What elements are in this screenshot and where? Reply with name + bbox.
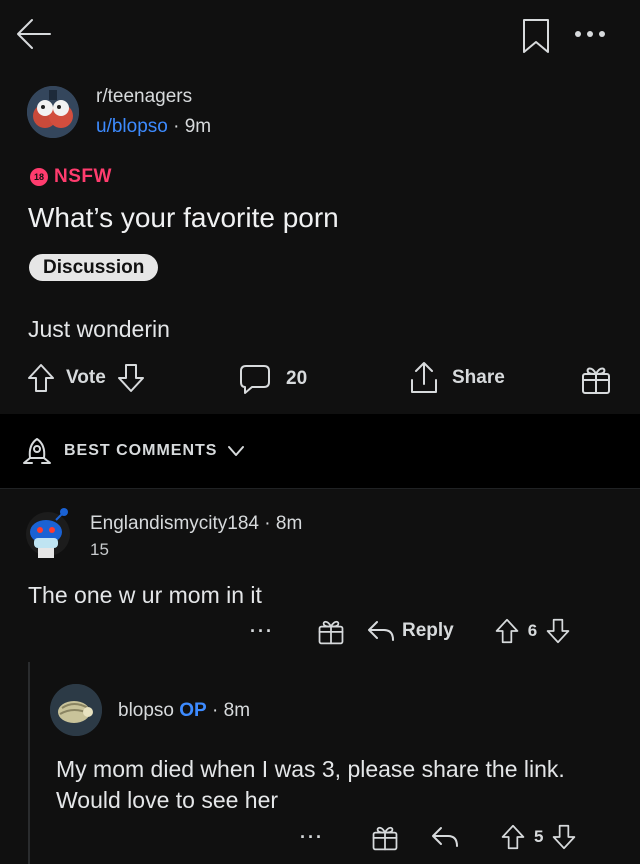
comment-vote-count: 5 (534, 827, 544, 846)
reply-arrow-icon (368, 621, 394, 641)
downvote-icon[interactable] (116, 362, 146, 394)
comment-avatar[interactable] (20, 504, 76, 560)
more-horizontal-icon (575, 31, 605, 37)
upvote-icon[interactable] (26, 362, 56, 394)
comment-actions: ··· 5 (300, 822, 577, 852)
bookmark-icon (523, 19, 549, 53)
meta-separator: · (264, 513, 271, 534)
comment-more-button[interactable]: ··· (250, 621, 300, 642)
user-avatar-image (50, 684, 102, 736)
subreddit-avatar[interactable] (27, 86, 79, 138)
nsfw-tag: 18 NSFW (30, 166, 112, 188)
comment-vote-count: 6 (527, 621, 538, 640)
op-tag: OP (179, 700, 207, 721)
comment-actions: ··· Reply 6 (250, 616, 571, 646)
rocket-icon (23, 438, 51, 464)
reply-label: Reply (402, 620, 454, 641)
comment-more-button[interactable]: ··· (300, 827, 340, 848)
meta-separator: · (212, 700, 219, 721)
arrow-left-icon (17, 19, 51, 49)
reply-button[interactable]: Reply (366, 618, 454, 644)
comment-count: 20 (286, 368, 308, 389)
subreddit-name[interactable]: r/teenagers (96, 86, 192, 108)
upvote-icon[interactable] (500, 822, 526, 852)
comment-score: 15 (90, 540, 109, 559)
meta-separator: · (173, 116, 180, 137)
post-age: 9m (184, 116, 212, 137)
chevron-down-icon (228, 446, 245, 456)
post-body: Just wonderin (28, 316, 170, 342)
share-icon (411, 362, 437, 393)
nsfw-18-icon: 18 (30, 168, 48, 186)
share-button[interactable]: Share (408, 360, 505, 396)
bookmark-button[interactable] (518, 16, 554, 56)
downvote-icon[interactable] (551, 822, 577, 852)
upvote-icon[interactable] (494, 616, 520, 646)
reply-arrow-icon[interactable] (430, 824, 460, 850)
post-meta: u/blopso · 9m (96, 116, 211, 138)
comment-age: 8m (275, 513, 303, 534)
comment-text: The one w ur mom in it (28, 582, 262, 608)
comments-button[interactable]: 20 (238, 362, 307, 396)
sort-label: BEST COMMENTS (64, 442, 218, 459)
vote-group: Vote (26, 362, 146, 394)
vote-label: Vote (66, 367, 106, 388)
nsfw-label: NSFW (54, 166, 112, 187)
comment-sort-bar[interactable]: BEST COMMENTS (0, 414, 640, 489)
gift-award-icon[interactable] (370, 822, 400, 852)
thread-line[interactable] (28, 662, 30, 864)
gift-award-icon[interactable] (316, 616, 346, 646)
share-label: Share (452, 367, 505, 388)
comment-bubble-icon (240, 365, 270, 394)
post-author[interactable]: u/blopso (96, 116, 168, 137)
subreddit-avatar-image (27, 86, 79, 138)
comment-author-line: blopso OP · 8m (118, 700, 250, 722)
award-button[interactable] (580, 362, 612, 396)
comment-author[interactable]: Englandismycity184 (90, 513, 259, 534)
post-flair[interactable]: Discussion (29, 254, 159, 281)
post-title: What’s your favorite porn (28, 202, 339, 233)
snoo-avatar-image (26, 508, 70, 558)
back-button[interactable] (8, 12, 56, 56)
comment-age: 8m (223, 700, 251, 721)
comment-avatar[interactable] (50, 684, 102, 736)
comment-text: My mom died when I was 3, please share t… (56, 756, 565, 813)
comment-author[interactable]: blopso (118, 700, 174, 721)
gift-award-icon (582, 367, 610, 394)
downvote-icon[interactable] (545, 616, 571, 646)
comment-author-line: Englandismycity184 · 8m (90, 513, 302, 535)
more-options-button[interactable] (570, 18, 610, 50)
